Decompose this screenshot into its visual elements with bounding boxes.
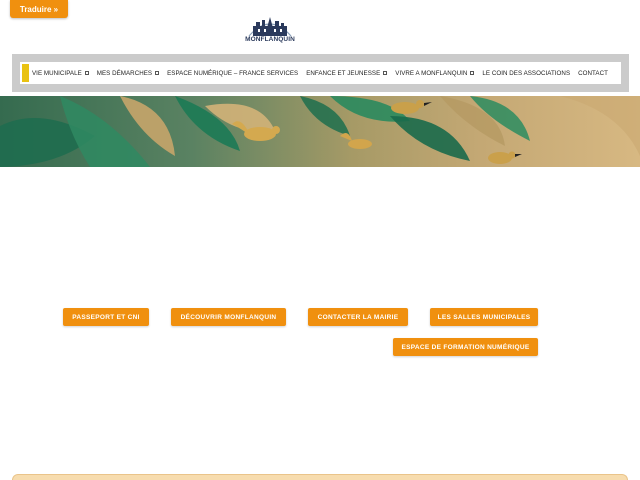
formation-numerique-button[interactable]: ESPACE DE FORMATION NUMÉRIQUE xyxy=(393,338,538,356)
nav-item-contact[interactable]: CONTACT xyxy=(578,70,608,77)
salles-municipales-button[interactable]: LES SALLES MUNICIPALES xyxy=(430,308,538,326)
translate-button[interactable]: Traduire » xyxy=(10,0,68,18)
nav-item-label: LE COIN DES ASSOCIATIONS xyxy=(482,69,571,77)
hero-banner xyxy=(0,96,640,167)
nav-item-label: VIE MUNICIPALE xyxy=(32,69,82,77)
banner-illustration xyxy=(0,96,640,167)
discover-monflanquin-button[interactable]: DÉCOUVRIR MONFLANQUIN xyxy=(171,308,286,326)
nav-item-vivre-monflanquin[interactable]: VIVRE A MONFLANQUIN xyxy=(395,69,475,77)
logo-icon xyxy=(248,17,292,37)
footer-panel-edge xyxy=(12,474,628,480)
dropdown-icon xyxy=(470,71,475,75)
nav-item-espace-numerique[interactable]: ESPACE NUMÉRIQUE – FRANCE SERVICES xyxy=(167,70,298,77)
passport-cni-button[interactable]: PASSEPORT ET CNI xyxy=(63,308,149,326)
contact-mairie-button[interactable]: CONTACTER LA MAIRIE xyxy=(308,308,408,326)
nav-item-label: ENFANCE ET JEUNESSE xyxy=(306,69,381,77)
nav-accent-bar xyxy=(22,64,29,82)
nav-item-label: CONTACT xyxy=(578,69,608,77)
nav-item-label: ESPACE NUMÉRIQUE – FRANCE SERVICES xyxy=(167,69,299,77)
nav-item-associations[interactable]: LE COIN DES ASSOCIATIONS xyxy=(482,70,570,77)
nav-bar: VIE MUNICIPALE MES DÉMARCHES ESPACE NUMÉ… xyxy=(20,62,621,84)
main-navigation: VIE MUNICIPALE MES DÉMARCHES ESPACE NUMÉ… xyxy=(12,54,629,92)
dropdown-icon xyxy=(383,71,388,75)
logo-text: MONFLANQUIN xyxy=(245,36,295,43)
dropdown-icon xyxy=(84,71,89,75)
dropdown-icon xyxy=(155,71,160,75)
nav-item-label: VIVRE A MONFLANQUIN xyxy=(395,69,468,77)
site-logo[interactable]: MONFLANQUIN xyxy=(244,14,296,44)
nav-item-mes-demarches[interactable]: MES DÉMARCHES xyxy=(96,69,160,77)
nav-item-label: MES DÉMARCHES xyxy=(96,69,153,77)
nav-item-vie-municipale[interactable]: VIE MUNICIPALE xyxy=(32,70,89,77)
nav-item-enfance-jeunesse[interactable]: ENFANCE ET JEUNESSE xyxy=(306,69,388,77)
